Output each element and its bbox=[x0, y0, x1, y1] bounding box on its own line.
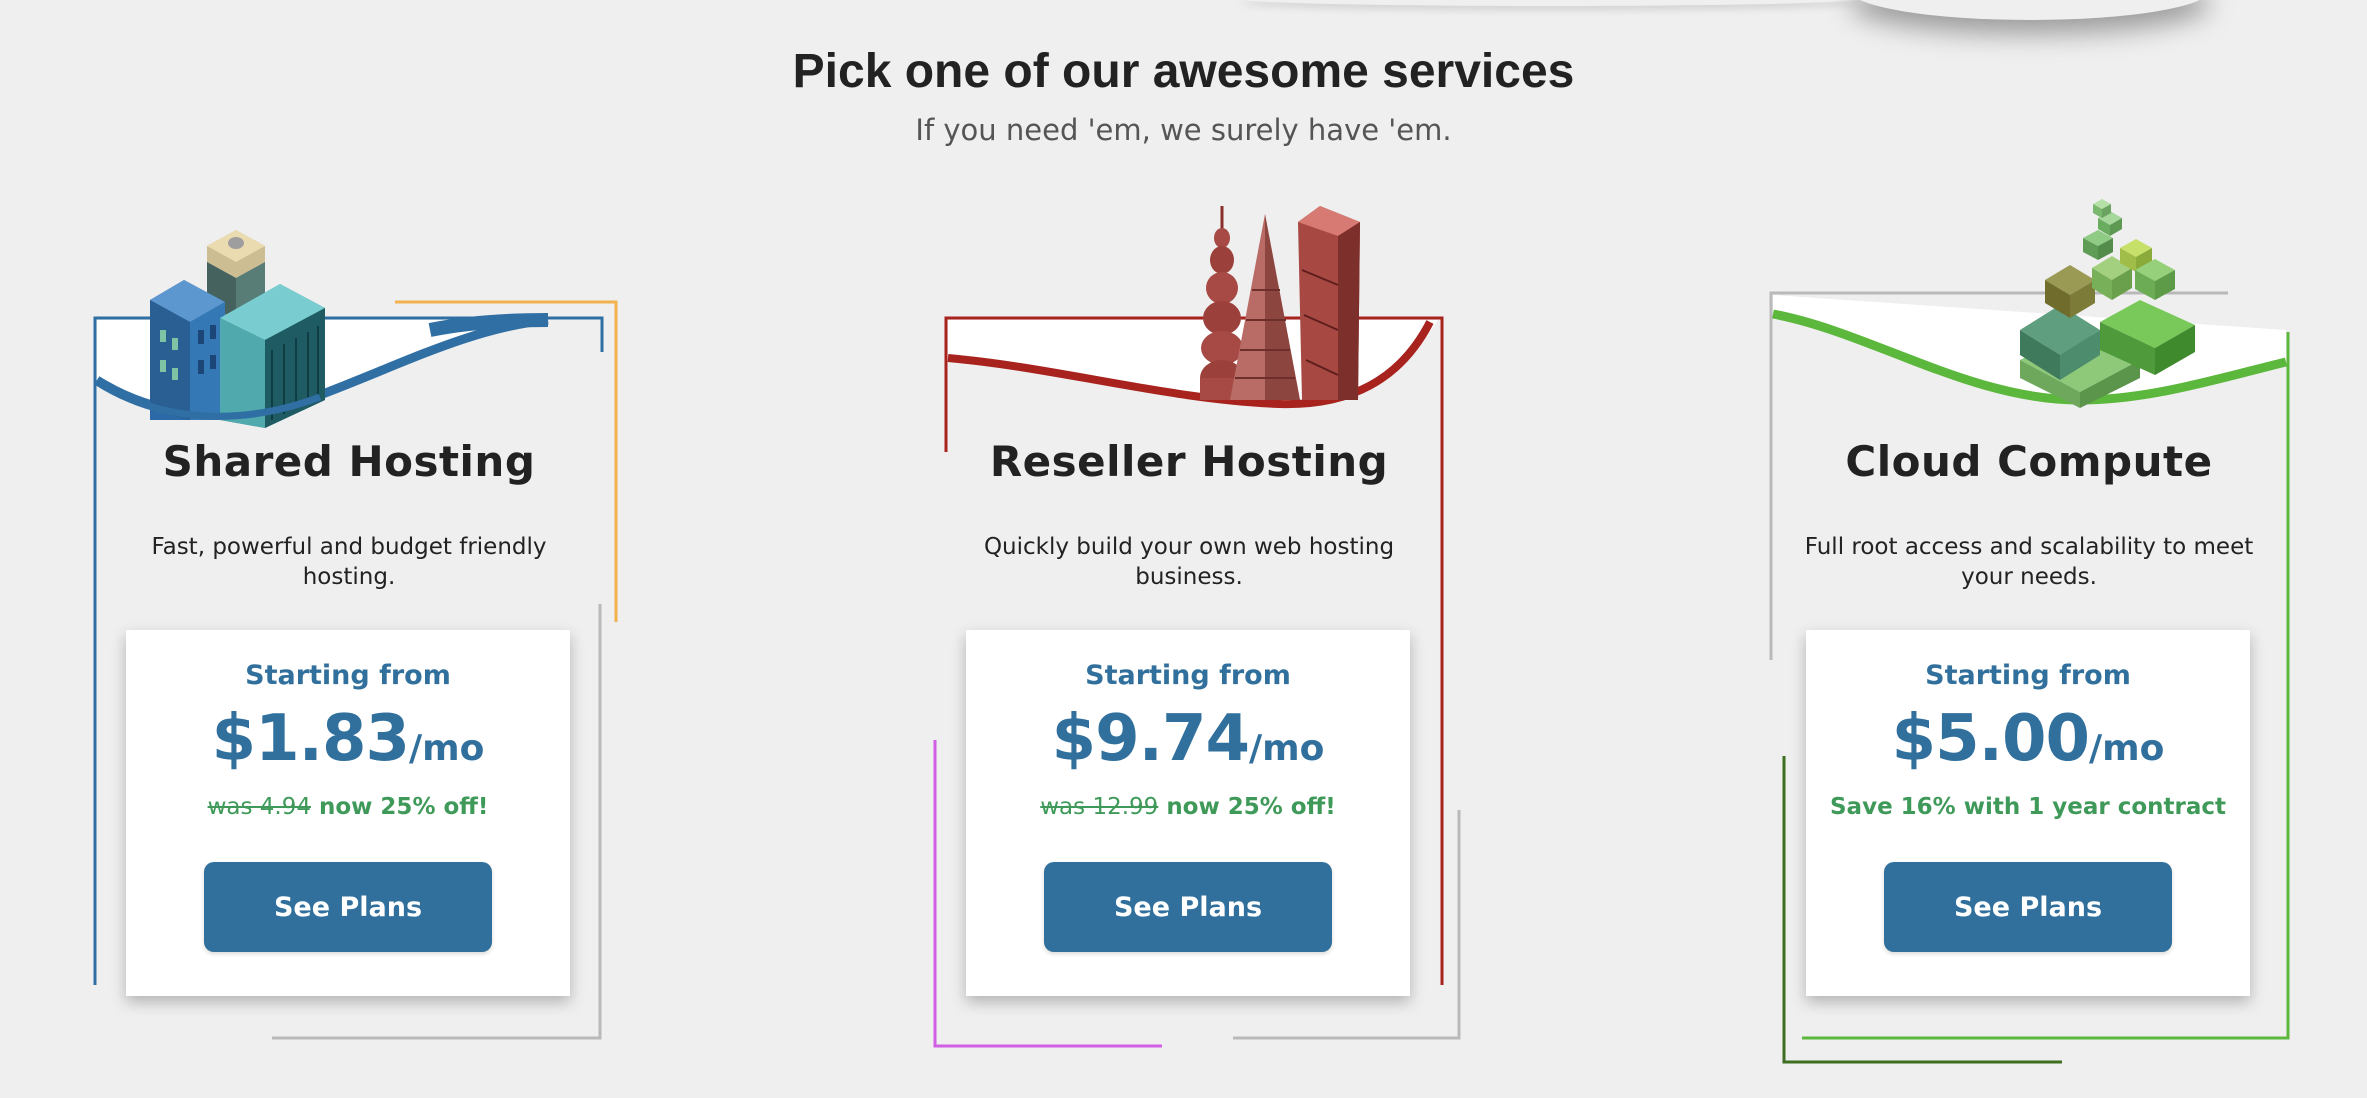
starting-from-label: Starting from bbox=[1085, 660, 1291, 691]
deal-text: was 4.94 now 25% off! bbox=[126, 794, 570, 820]
card-title: Cloud Compute bbox=[1845, 437, 2213, 486]
card-description: Full root access and scalability to meet… bbox=[1804, 534, 2254, 590]
towers-icon bbox=[1200, 206, 1360, 400]
old-price: was 12.99 bbox=[1040, 794, 1159, 820]
see-plans-button[interactable]: See Plans bbox=[1884, 862, 2172, 952]
deal-text: was 12.99 now 25% off! bbox=[966, 794, 1410, 820]
service-card-reseller-hosting: Reseller Hosting Quickly build your own … bbox=[840, 0, 1680, 1098]
discount-label: Save 16% with 1 year contract bbox=[1829, 794, 2227, 820]
card-title: Reseller Hosting bbox=[989, 437, 1389, 486]
card-title: Shared Hosting bbox=[162, 437, 536, 486]
price-period: /mo bbox=[409, 728, 485, 769]
price-box: Starting from $1.83/mo was 4.94 now 25% … bbox=[126, 630, 570, 996]
old-price: was 4.94 bbox=[207, 794, 311, 820]
price-period: /mo bbox=[2089, 728, 2165, 769]
service-card-shared-hosting: Shared Hosting Fast, powerful and budget… bbox=[0, 0, 840, 1098]
price-box: Starting from $9.74/mo was 12.99 now 25%… bbox=[966, 630, 1410, 996]
price-box: Starting from $5.00/mo Save 16% with 1 y… bbox=[1806, 630, 2250, 996]
services-section: Pick one of our awesome services If you … bbox=[0, 0, 2367, 1098]
price: $1.83/mo bbox=[126, 702, 570, 776]
price: $5.00/mo bbox=[1806, 702, 2250, 776]
see-plans-button[interactable]: See Plans bbox=[1044, 862, 1332, 952]
card-description: Quickly build your own web hosting busin… bbox=[983, 534, 1395, 590]
price: $9.74/mo bbox=[966, 702, 1410, 776]
starting-from-label: Starting from bbox=[1925, 660, 2131, 691]
service-card-cloud-compute: Cloud Compute Full root access and scala… bbox=[1680, 0, 2367, 1098]
price-amount: $1.83 bbox=[211, 702, 410, 776]
see-plans-button[interactable]: See Plans bbox=[204, 862, 492, 952]
discount-label: now 25% off! bbox=[319, 794, 489, 820]
price-amount: $9.74 bbox=[1051, 702, 1250, 776]
card-description: Fast, powerful and budget friendly hosti… bbox=[151, 534, 547, 590]
discount-label: now 25% off! bbox=[1166, 794, 1336, 820]
starting-from-label: Starting from bbox=[245, 660, 451, 691]
deal-text: Save 16% with 1 year contract bbox=[1806, 794, 2250, 820]
buildings-icon bbox=[150, 230, 325, 428]
price-period: /mo bbox=[1249, 728, 1325, 769]
price-amount: $5.00 bbox=[1891, 702, 2090, 776]
